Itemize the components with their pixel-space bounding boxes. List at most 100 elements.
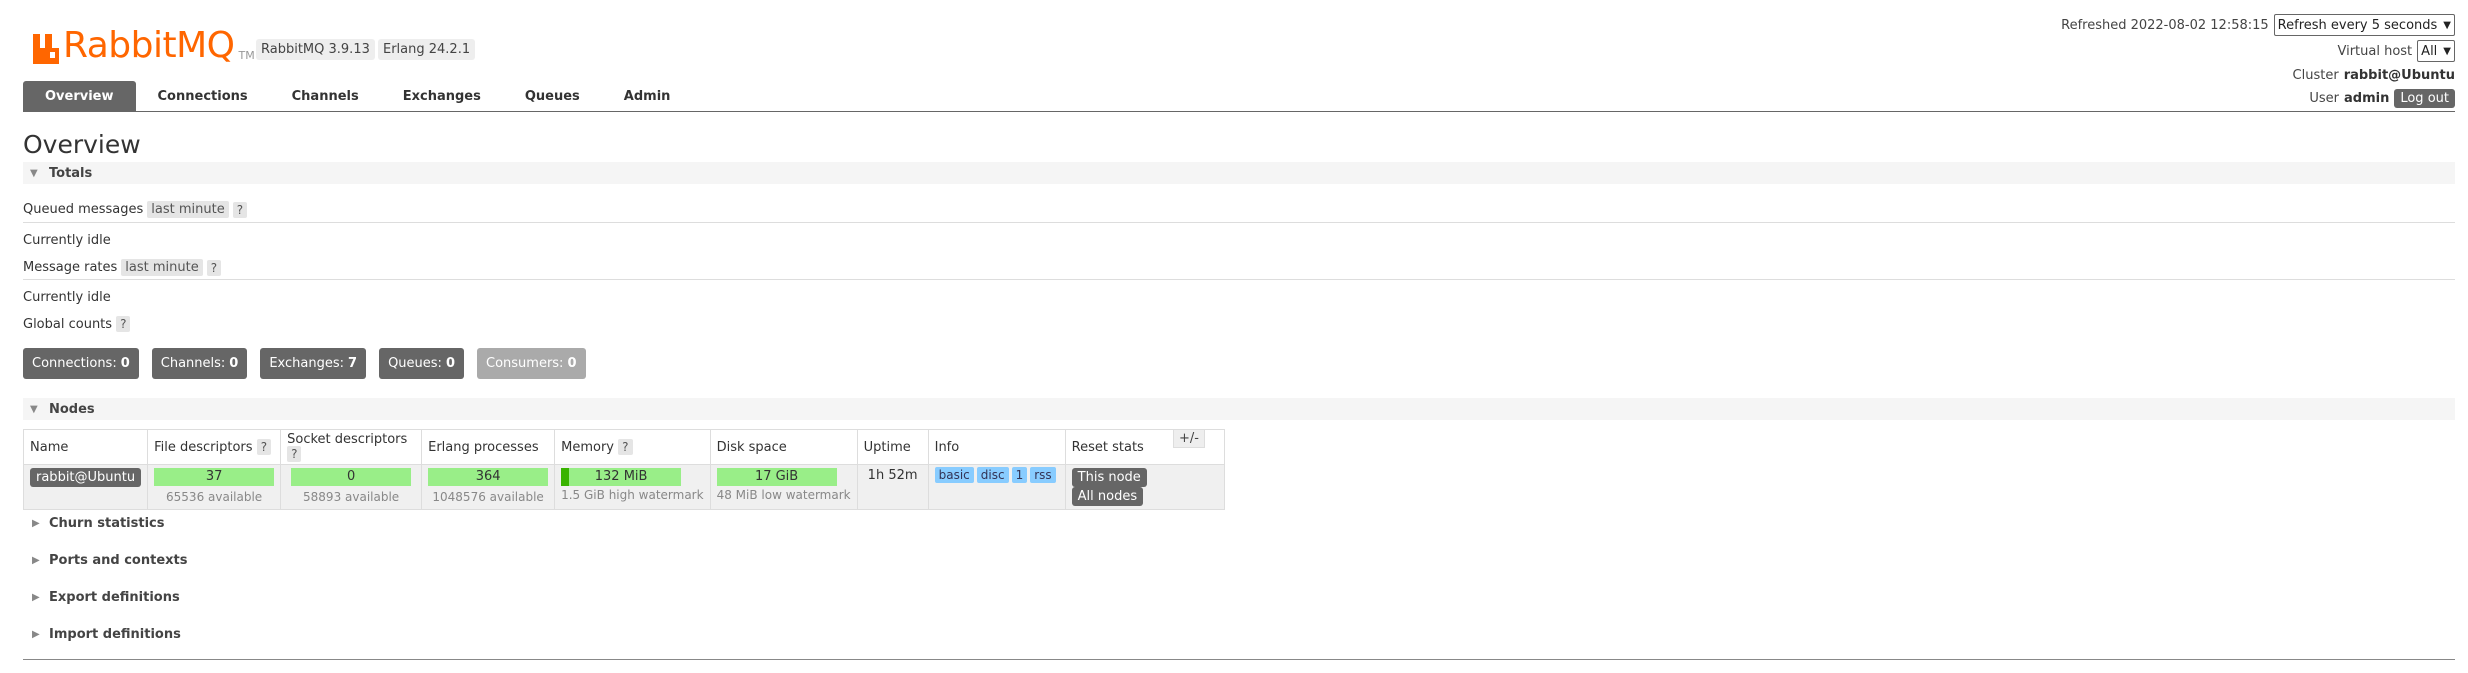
- reset-this-node-button[interactable]: This node: [1071, 468, 1147, 487]
- info-tag-count: 1: [1011, 467, 1028, 483]
- ports-contexts-toggle[interactable]: ▶ Ports and contexts: [23, 553, 187, 568]
- col-file-descriptors: File descriptors ?: [147, 429, 282, 465]
- triangle-right-icon: ▶: [32, 518, 40, 529]
- footer-divider: [23, 659, 2455, 660]
- vhost-label: Virtual host: [2337, 43, 2413, 59]
- queued-range-selector[interactable]: last minute: [147, 201, 229, 218]
- divider: [23, 279, 2455, 280]
- cell-memory: 132 MiB 1.5 GiB high watermark: [554, 464, 711, 510]
- tab-exchanges[interactable]: Exchanges: [381, 81, 503, 112]
- info-tag-disc: disc: [976, 467, 1009, 483]
- chevron-down-icon: ▼: [2443, 45, 2451, 57]
- col-name: Name: [22, 429, 149, 465]
- rabbitmq-logo: RabbitMQ TM: [33, 20, 255, 64]
- erlang-version: Erlang 24.2.1: [378, 39, 476, 60]
- consumers-count-button[interactable]: Consumers: 0: [477, 348, 586, 379]
- col-disk-space: Disk space: [709, 429, 858, 465]
- triangle-down-icon: ▼: [30, 403, 38, 415]
- import-definitions-toggle[interactable]: ▶ Import definitions: [23, 627, 181, 642]
- refresh-interval-select[interactable]: Refresh every 5 seconds ▼: [2273, 14, 2455, 36]
- tab-connections[interactable]: Connections: [136, 81, 270, 112]
- memory-bar: 132 MiB: [561, 468, 682, 486]
- header-status: Refreshed 2022-08-02 12:58:15 Refresh ev…: [2061, 12, 2455, 110]
- sock-bar: 0 58893 available: [291, 468, 412, 504]
- triangle-right-icon: ▶: [32, 629, 40, 640]
- table-row: rabbit@Ubuntu 37 65536 available 0 58893 a…: [22, 464, 1225, 510]
- memory-usage-marker: [561, 468, 570, 486]
- cell-sock: 0 58893 available: [280, 464, 423, 510]
- message-rates-label: Message rates: [23, 260, 118, 275]
- cell-disk: 17 GiB 48 MiB low watermark: [709, 464, 858, 510]
- queues-count-button[interactable]: Queues: 0: [379, 348, 464, 379]
- main-nav: Overview Connections Channels Exchanges …: [23, 81, 692, 112]
- rates-help-icon[interactable]: ?: [206, 259, 222, 276]
- trademark: TM: [238, 49, 255, 62]
- exchanges-count-button[interactable]: Exchanges: 7: [260, 348, 367, 379]
- queued-state: Currently idle: [23, 233, 111, 248]
- reset-all-nodes-button[interactable]: All nodes: [1071, 487, 1144, 506]
- cell-info: basic disc 1 rss: [927, 464, 1066, 510]
- info-tag-rss: rss: [1030, 467, 1056, 483]
- vhost-select[interactable]: All ▼: [2417, 40, 2455, 62]
- rabbitmq-version: RabbitMQ 3.9.13: [256, 39, 375, 60]
- queued-messages-row: Queued messages last minute ?: [23, 201, 248, 218]
- rabbitmq-logo-icon: [33, 34, 61, 64]
- global-counts-label: Global counts: [23, 316, 113, 332]
- cell-erl: 364 1048576 available: [421, 464, 556, 510]
- disk-bar: 17 GiB: [716, 468, 837, 486]
- queued-messages-label: Queued messages: [23, 202, 144, 217]
- logout-button[interactable]: Log out: [2394, 89, 2455, 108]
- col-erlang-processes: Erlang processes: [421, 429, 556, 465]
- columns-toggle-button[interactable]: +/-: [1173, 429, 1205, 448]
- refreshed-timestamp: Refreshed 2022-08-02 12:58:15: [2061, 17, 2269, 33]
- nodes-section-toggle[interactable]: ▼ Nodes: [23, 398, 2455, 420]
- cell-reset: This node All nodes: [1064, 464, 1225, 510]
- rates-range-selector[interactable]: last minute: [121, 259, 203, 276]
- disk-watermark: 48 MiB low watermark: [716, 488, 851, 502]
- cell-uptime: 1h 52m: [856, 464, 929, 510]
- chevron-down-icon: ▼: [2443, 19, 2451, 31]
- connections-count-button[interactable]: Connections: 0: [23, 348, 139, 379]
- cluster-label: Cluster: [2292, 68, 2339, 83]
- tab-overview[interactable]: Overview: [23, 81, 136, 112]
- queued-help-icon[interactable]: ?: [232, 201, 248, 218]
- fd-available: 65536 available: [166, 490, 263, 504]
- mem-help-icon[interactable]: ?: [618, 438, 633, 455]
- erl-bar: 364 1048576 available: [428, 468, 549, 504]
- totals-section-toggle[interactable]: ▼ Totals: [23, 162, 2455, 184]
- global-help-icon[interactable]: ?: [116, 316, 131, 332]
- fd-help-icon[interactable]: ?: [256, 438, 272, 455]
- triangle-right-icon: ▶: [32, 592, 40, 603]
- tab-queues[interactable]: Queues: [503, 81, 602, 112]
- churn-statistics-toggle[interactable]: ▶ Churn statistics: [23, 516, 165, 531]
- totals-heading: Totals: [49, 165, 93, 181]
- divider: [23, 222, 2455, 223]
- nodes-table: Name File descriptors ? Socket descripto…: [22, 429, 1225, 510]
- rates-state: Currently idle: [23, 290, 111, 305]
- user-label: User: [2309, 91, 2339, 106]
- memory-watermark: 1.5 GiB high watermark: [561, 488, 704, 502]
- tab-admin[interactable]: Admin: [602, 81, 693, 112]
- col-info: Info: [927, 429, 1066, 465]
- triangle-down-icon: ▼: [30, 167, 38, 179]
- cluster-name: rabbit@Ubuntu: [2343, 68, 2455, 83]
- message-rates-row: Message rates last minute ?: [23, 259, 222, 276]
- tab-divider: [23, 111, 2455, 112]
- fd-bar: 37 65536 available: [154, 468, 275, 504]
- logo-text: RabbitMQ: [63, 25, 235, 66]
- channels-count-button[interactable]: Channels: 0: [151, 348, 248, 379]
- col-memory: Memory ?: [554, 429, 711, 465]
- table-header-row: Name File descriptors ? Socket descripto…: [22, 429, 1225, 465]
- tab-channels[interactable]: Channels: [270, 81, 381, 112]
- node-link[interactable]: rabbit@Ubuntu: [30, 468, 142, 487]
- global-counts: Connections: 0 Channels: 0 Exchanges: 7 Que…: [23, 348, 586, 379]
- global-counts-row: Global counts ?: [23, 316, 131, 332]
- nodes-heading: Nodes: [49, 401, 95, 417]
- user-name: admin: [2344, 91, 2390, 106]
- sock-help-icon[interactable]: ?: [287, 446, 302, 462]
- col-uptime: Uptime: [856, 429, 929, 465]
- erl-available: 1048576 available: [432, 490, 544, 504]
- col-socket-descriptors: Socket descriptors ?: [280, 429, 423, 465]
- export-definitions-toggle[interactable]: ▶ Export definitions: [23, 590, 180, 605]
- triangle-right-icon: ▶: [32, 555, 40, 566]
